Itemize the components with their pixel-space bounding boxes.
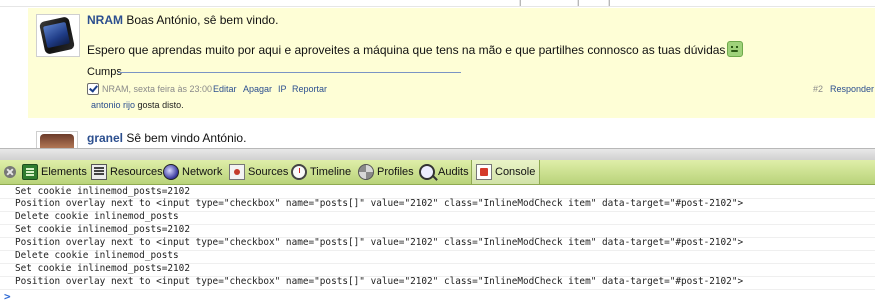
tab-console[interactable]: Console [471,160,541,184]
avatar[interactable] [36,131,78,148]
post-body-text: Espero que aprendas muito por aqui e apr… [87,43,726,57]
tab-resources[interactable]: Resources [91,160,163,184]
profiles-icon [358,164,374,180]
signature-divider [118,72,461,73]
forum-page: | | | NRAM Boas António, sê bem vindo. E… [0,0,875,148]
edit-link[interactable]: Editar [213,84,237,94]
devtools-toolbar: Elements Resources Network Sources Timel… [0,160,875,185]
tab-audits[interactable]: Audits [419,160,469,184]
report-link[interactable]: Reportar [292,84,327,94]
tab-profiles[interactable]: Profiles [358,160,414,184]
post-actions: Editar [213,84,237,94]
elements-icon [22,164,38,180]
post-header: granel Sê bem vindo António. [87,131,246,145]
post-timestamp: NRAM, sexta feira às 23:00 [102,84,213,94]
post-username[interactable]: granel [87,131,123,145]
console-message: Delete cookie inlinemod_posts [15,250,179,261]
top-tick: | [577,0,580,6]
tab-label: Profiles [377,166,414,178]
tab-timeline[interactable]: Timeline [291,160,351,184]
user-photo [40,134,74,148]
post-meta: NRAM, sexta feira às 23:00 [102,84,212,94]
post-number[interactable]: #2 [813,84,823,94]
tab-sources[interactable]: Sources [229,160,288,184]
post-header: NRAM Boas António, sê bem vindo. [87,13,278,27]
top-tick: | [519,0,522,6]
audits-icon [419,164,435,180]
post-greeting: Boas António, sê bem vindo. [126,13,279,27]
timeline-icon [291,164,307,180]
tab-label: Timeline [310,166,352,178]
console-message: Position overlay next to <input type="ch… [15,198,744,209]
tab-label: Resources [110,166,163,178]
tab-label: Console [495,166,536,178]
smiley-icon [727,41,744,57]
console-message: Delete cookie inlinemod_posts [15,211,179,222]
post-username[interactable]: NRAM [87,13,123,27]
post-select-checkbox[interactable] [87,83,99,95]
top-tick: | [608,0,611,6]
tab-label: Sources [248,166,289,178]
console-panel[interactable]: Set cookie inlinemod_posts=2102 Position… [0,185,875,300]
ip-link[interactable]: IP [278,84,287,94]
liked-text: gosta disto. [137,100,184,110]
signature: Cumps [87,66,122,78]
avatar[interactable] [36,14,80,57]
reply-link[interactable]: Responder [830,84,874,94]
top-strip: | | | [0,0,875,7]
console-divider [0,289,875,290]
console-message: Set cookie inlinemod_posts=2102 [15,263,190,274]
tab-label: Elements [41,166,87,178]
network-icon [163,164,179,180]
console-message: Set cookie inlinemod_posts=2102 [15,224,190,235]
post-greeting: Sê bem vindo António. [126,131,247,145]
console-message: Position overlay next to <input type="ch… [15,276,744,287]
phone-screen [42,21,71,49]
resources-icon [91,164,107,180]
delete-link[interactable]: Apagar [243,84,272,94]
tab-elements[interactable]: Elements [22,160,87,184]
console-message: Position overlay next to <input type="ch… [15,237,744,248]
liker-link[interactable]: antonio rijo [91,100,135,110]
console-icon [476,164,492,180]
likes-line: antonio rijo gosta disto. [91,100,184,110]
tab-label: Network [182,166,223,178]
tab-label: Audits [438,166,469,178]
sources-icon [229,164,245,180]
post-body: Espero que aprendas muito por aqui e apr… [87,41,744,57]
close-icon[interactable] [4,166,16,178]
tab-network[interactable]: Network [163,160,222,184]
console-prompt[interactable]: > [4,290,11,303]
